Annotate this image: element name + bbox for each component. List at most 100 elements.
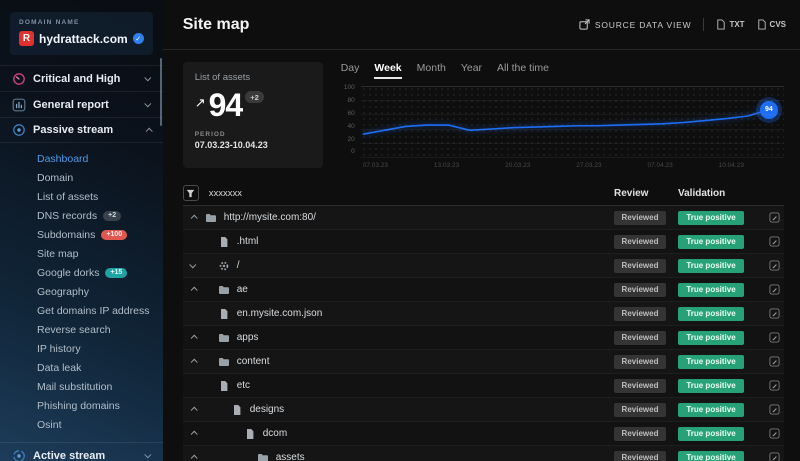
review-badge[interactable]: Reviewed: [614, 331, 666, 345]
sidebar-subitem-dashboard[interactable]: Dashboard: [37, 149, 163, 168]
sidebar-menu: Critical and High General report Passive…: [0, 65, 163, 143]
row-expand-toggle[interactable]: [183, 215, 205, 220]
file-icon: [218, 380, 230, 392]
sidebar-submenu: Dashboard Domain List of assets DNS reco…: [0, 143, 163, 442]
row-expand-toggle[interactable]: [183, 311, 205, 316]
validation-badge[interactable]: True positive: [678, 259, 744, 273]
edit-button[interactable]: [758, 308, 784, 319]
validation-badge[interactable]: True positive: [678, 451, 744, 461]
review-badge[interactable]: Reviewed: [614, 259, 666, 273]
review-badge[interactable]: Reviewed: [614, 379, 666, 393]
row-expand-toggle[interactable]: [183, 455, 205, 460]
chart-range-tab[interactable]: Day: [341, 62, 360, 79]
table-row[interactable]: etc Reviewed True positive: [183, 374, 784, 398]
chart-range-tab[interactable]: Month: [417, 62, 446, 79]
sidebar-item-active-stream[interactable]: Active stream: [0, 442, 163, 461]
sidebar-subitem-ip-history[interactable]: IP history: [37, 339, 163, 358]
edit-button[interactable]: [758, 404, 784, 415]
assets-delta-badge: +2: [245, 91, 264, 103]
sidebar-subitem-phishing-domains[interactable]: Phishing domains: [37, 396, 163, 415]
table-row[interactable]: en.mysite.com.json Reviewed True positiv…: [183, 302, 784, 326]
node-label: assets: [276, 452, 305, 461]
table-row[interactable]: dcom Reviewed True positive: [183, 422, 784, 446]
validation-badge[interactable]: True positive: [678, 211, 744, 225]
sidebar-subitem-get-domains-ip-address[interactable]: Get domains IP address: [37, 301, 163, 320]
review-badge[interactable]: Reviewed: [614, 451, 666, 461]
row-expand-toggle[interactable]: [183, 431, 205, 436]
edit-button[interactable]: [758, 380, 784, 391]
sidebar-subitem-geography[interactable]: Geography: [37, 282, 163, 301]
validation-badge[interactable]: True positive: [678, 403, 744, 417]
review-badge[interactable]: Reviewed: [614, 307, 666, 321]
validation-badge[interactable]: True positive: [678, 331, 744, 345]
edit-button[interactable]: [758, 428, 784, 439]
table-row[interactable]: / Reviewed True positive: [183, 254, 784, 278]
edit-button[interactable]: [758, 212, 784, 223]
row-expand-toggle[interactable]: [183, 383, 205, 388]
row-expand-toggle[interactable]: [183, 287, 205, 292]
filter-funnel-icon: [186, 189, 195, 198]
file-icon: [231, 404, 243, 416]
chart-range-tab[interactable]: Year: [461, 62, 482, 79]
edit-button[interactable]: [758, 452, 784, 461]
filter-button[interactable]: [183, 185, 199, 201]
table-row[interactable]: designs Reviewed True positive: [183, 398, 784, 422]
row-expand-toggle[interactable]: [183, 263, 205, 268]
edit-button[interactable]: [758, 356, 784, 367]
sidebar-subitem-site-map[interactable]: Site map: [37, 244, 163, 263]
edit-button[interactable]: [758, 332, 784, 343]
sidebar-subitem-subdomains[interactable]: Subdomains +100: [37, 225, 163, 244]
node-label: http://mysite.com:80/: [224, 212, 316, 223]
sidebar-scrollbar[interactable]: [160, 58, 162, 126]
table-row[interactable]: apps Reviewed True positive: [183, 326, 784, 350]
review-badge[interactable]: Reviewed: [614, 403, 666, 417]
validation-badge[interactable]: True positive: [678, 427, 744, 441]
table-row[interactable]: http://mysite.com:80/ Reviewed True posi…: [183, 206, 784, 230]
validation-badge[interactable]: True positive: [678, 307, 744, 321]
source-data-view-button[interactable]: SOURCE DATA VIEW: [579, 19, 692, 30]
sidebar-subitem-label: Site map: [37, 248, 78, 260]
export-txt-button[interactable]: TXT: [716, 19, 744, 30]
sidebar-item-general-report[interactable]: General report: [0, 91, 163, 117]
domain-card[interactable]: DOMAIN NAME R hydrattack.com ✓: [10, 12, 153, 55]
review-badge[interactable]: Reviewed: [614, 235, 666, 249]
review-badge[interactable]: Reviewed: [614, 211, 666, 225]
sidebar-subitem-reverse-search[interactable]: Reverse search: [37, 320, 163, 339]
node-label: etc: [237, 380, 250, 391]
validation-badge[interactable]: True positive: [678, 355, 744, 369]
bar-chart-icon: [12, 98, 26, 112]
table-row[interactable]: ae Reviewed True positive: [183, 278, 784, 302]
chart-range-tab[interactable]: Week: [374, 62, 401, 79]
sidebar-item-critical-and-high[interactable]: Critical and High: [0, 65, 163, 91]
sidebar-subitem-list-of-assets[interactable]: List of assets: [37, 187, 163, 206]
export-cvs-button[interactable]: CVS: [757, 19, 786, 30]
edit-button[interactable]: [758, 236, 784, 247]
validation-badge[interactable]: True positive: [678, 379, 744, 393]
review-badge[interactable]: Reviewed: [614, 427, 666, 441]
row-expand-toggle[interactable]: [183, 407, 205, 412]
sidebar-item-passive-stream[interactable]: Passive stream: [0, 117, 163, 143]
sidebar-subitem-google-dorks[interactable]: Google dorks +15: [37, 263, 163, 282]
row-expand-toggle[interactable]: [183, 239, 205, 244]
table-row[interactable]: content Reviewed True positive: [183, 350, 784, 374]
sidebar-subitem-data-leak[interactable]: Data leak: [37, 358, 163, 377]
row-expand-toggle[interactable]: [183, 359, 205, 364]
table-row[interactable]: assets Reviewed True positive: [183, 446, 784, 461]
validation-badge[interactable]: True positive: [678, 235, 744, 249]
validation-badge[interactable]: True positive: [678, 283, 744, 297]
edit-pencil-icon: [769, 308, 780, 319]
row-expand-toggle[interactable]: [183, 335, 205, 340]
review-badge[interactable]: Reviewed: [614, 355, 666, 369]
period-label: PERIOD: [195, 131, 311, 138]
gridline: [361, 157, 784, 158]
sidebar-subitem-dns-records[interactable]: DNS records +2: [37, 206, 163, 225]
x-tick-label: 13.03.23: [434, 162, 459, 169]
chart-range-tab[interactable]: All the time: [497, 62, 549, 79]
review-badge[interactable]: Reviewed: [614, 283, 666, 297]
sidebar-subitem-mail-substitution[interactable]: Mail substitution: [37, 377, 163, 396]
sidebar-subitem-domain[interactable]: Domain: [37, 168, 163, 187]
sidebar-subitem-osint[interactable]: Osint: [37, 415, 163, 434]
edit-button[interactable]: [758, 284, 784, 295]
table-row[interactable]: .html Reviewed True positive: [183, 230, 784, 254]
edit-button[interactable]: [758, 260, 784, 271]
